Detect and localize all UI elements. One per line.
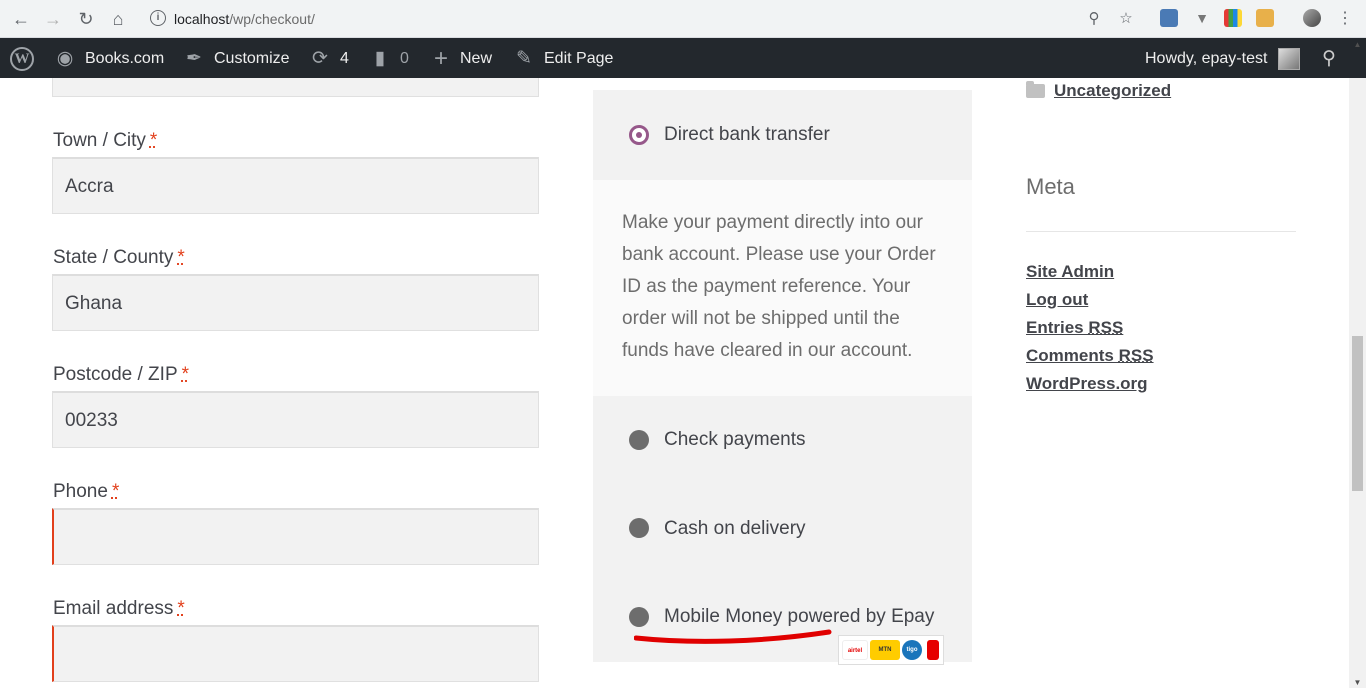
user-avatar[interactable]: [1278, 48, 1300, 70]
customize-link[interactable]: Customize: [214, 38, 290, 78]
tigo-logo-icon: tigo: [902, 640, 922, 660]
email-input[interactable]: [52, 625, 539, 682]
postcode-label-text: Postcode / ZIP: [53, 364, 178, 385]
scroll-down-arrow-icon[interactable]: ▼: [1352, 678, 1363, 688]
comment-icon[interactable]: ▮: [369, 48, 391, 70]
url-text[interactable]: localhost/wp/checkout/: [174, 11, 315, 27]
profile-avatar-icon[interactable]: [1303, 9, 1321, 27]
bookmark-star-icon[interactable]: ☆: [1116, 9, 1136, 29]
phone-label: Phone *: [53, 481, 119, 503]
widget-divider: [1026, 231, 1296, 232]
wp-admin-bar: W ◉ Books.com ✒ Customize ⟳ 4 ▮ 0 + New …: [0, 38, 1366, 78]
category-uncategorized-link[interactable]: Uncategorized: [1054, 81, 1171, 101]
site-info-icon[interactable]: i: [150, 10, 166, 26]
payment-method-mobile-money[interactable]: Mobile Money powered by Epay: [664, 606, 934, 628]
scrollbar-thumb[interactable]: [1352, 336, 1363, 491]
radio-mobile-money[interactable]: [629, 607, 649, 627]
back-icon[interactable]: ←: [9, 7, 33, 31]
meta-widget-title: Meta: [1026, 174, 1075, 199]
address-bar[interactable]: i localhost/wp/checkout/ ⚲ ☆: [140, 5, 1150, 33]
menu-dots-icon[interactable]: ⋮: [1333, 7, 1357, 31]
state-label: State / County *: [53, 247, 185, 269]
entries-rss-link[interactable]: Entries RSS: [1026, 318, 1123, 338]
mobile-money-logos: airtel MTN tigo: [838, 635, 944, 665]
reload-icon[interactable]: ↻: [74, 7, 98, 31]
payment-method-bank-transfer[interactable]: Direct bank transfer: [664, 124, 830, 146]
postcode-input[interactable]: 00233: [52, 391, 539, 448]
wordpress-org-link[interactable]: WordPress.org: [1026, 374, 1148, 394]
postcode-label: Postcode / ZIP *: [53, 364, 189, 386]
vodafone-logo-icon: [927, 640, 939, 660]
url-host: localhost: [174, 11, 230, 27]
town-input[interactable]: Accra: [52, 157, 539, 214]
radio-cash-on-delivery[interactable]: [629, 518, 649, 538]
required-mark: *: [177, 247, 185, 268]
airtel-logo-icon: airtel: [842, 640, 868, 660]
comments-count[interactable]: 0: [400, 38, 409, 78]
log-out-link[interactable]: Log out: [1026, 290, 1088, 310]
rss-abbr: RSS: [1088, 318, 1124, 337]
plus-icon: +: [433, 45, 448, 72]
radio-check-payments[interactable]: [629, 430, 649, 450]
required-mark: *: [149, 130, 158, 151]
payment-method-cod[interactable]: Cash on delivery: [664, 518, 806, 540]
comments-label: Comments: [1026, 346, 1119, 365]
email-label-text: Email address: [53, 598, 174, 619]
extension-eyedropper-icon[interactable]: [1160, 9, 1178, 27]
folder-icon: [1026, 81, 1045, 98]
entries-label: Entries: [1026, 318, 1089, 337]
url-path: /wp/checkout/: [229, 11, 315, 27]
extension-vue-icon[interactable]: ▼: [1193, 9, 1211, 27]
brush-icon: ✒: [186, 48, 202, 69]
town-label: Town / City *: [53, 130, 157, 152]
radio-bank-transfer[interactable]: [629, 125, 649, 145]
scroll-up-arrow-icon[interactable]: ▲: [1352, 40, 1363, 50]
required-mark: *: [181, 364, 190, 385]
rss-abbr: RSS: [1118, 346, 1154, 365]
phone-label-text: Phone: [53, 481, 108, 502]
extension-box-icon[interactable]: [1256, 9, 1274, 27]
payment-method-check[interactable]: Check payments: [664, 429, 806, 451]
browser-toolbar: ← → ↻ ⌂ i localhost/wp/checkout/ ⚲ ☆ ▼ ⋮: [0, 0, 1366, 38]
bank-transfer-description: Make your payment directly into our bank…: [622, 212, 936, 361]
pencil-icon: ✎: [516, 48, 532, 69]
dashboard-icon: ◉: [56, 48, 74, 69]
zoom-icon[interactable]: ⚲: [1084, 9, 1104, 29]
required-mark: *: [177, 598, 185, 619]
required-mark: *: [111, 481, 120, 502]
site-admin-link[interactable]: Site Admin: [1026, 262, 1114, 282]
state-input[interactable]: Ghana: [52, 274, 539, 331]
site-name-link[interactable]: Books.com: [85, 38, 164, 78]
updates-count[interactable]: 4: [340, 38, 349, 78]
new-content-link[interactable]: New: [460, 38, 492, 78]
howdy-user-link[interactable]: Howdy, epay-test: [1145, 38, 1267, 78]
street-address-field[interactable]: [52, 78, 539, 97]
forward-icon[interactable]: →: [41, 7, 65, 31]
state-label-text: State / County: [53, 247, 174, 268]
red-highlight-underline: [634, 629, 832, 644]
phone-input[interactable]: [52, 508, 539, 565]
wordpress-logo-icon[interactable]: W: [10, 47, 34, 71]
edit-page-link[interactable]: Edit Page: [544, 38, 613, 78]
email-label: Email address *: [53, 598, 185, 620]
town-label-text: Town / City: [53, 130, 146, 151]
mtn-logo-icon: MTN: [870, 640, 900, 660]
comments-rss-link[interactable]: Comments RSS: [1026, 346, 1154, 366]
extension-colors-icon[interactable]: [1224, 9, 1242, 27]
search-icon[interactable]: ⚲: [1318, 48, 1340, 70]
updates-icon[interactable]: ⟳: [309, 48, 331, 70]
home-icon[interactable]: ⌂: [106, 7, 130, 31]
